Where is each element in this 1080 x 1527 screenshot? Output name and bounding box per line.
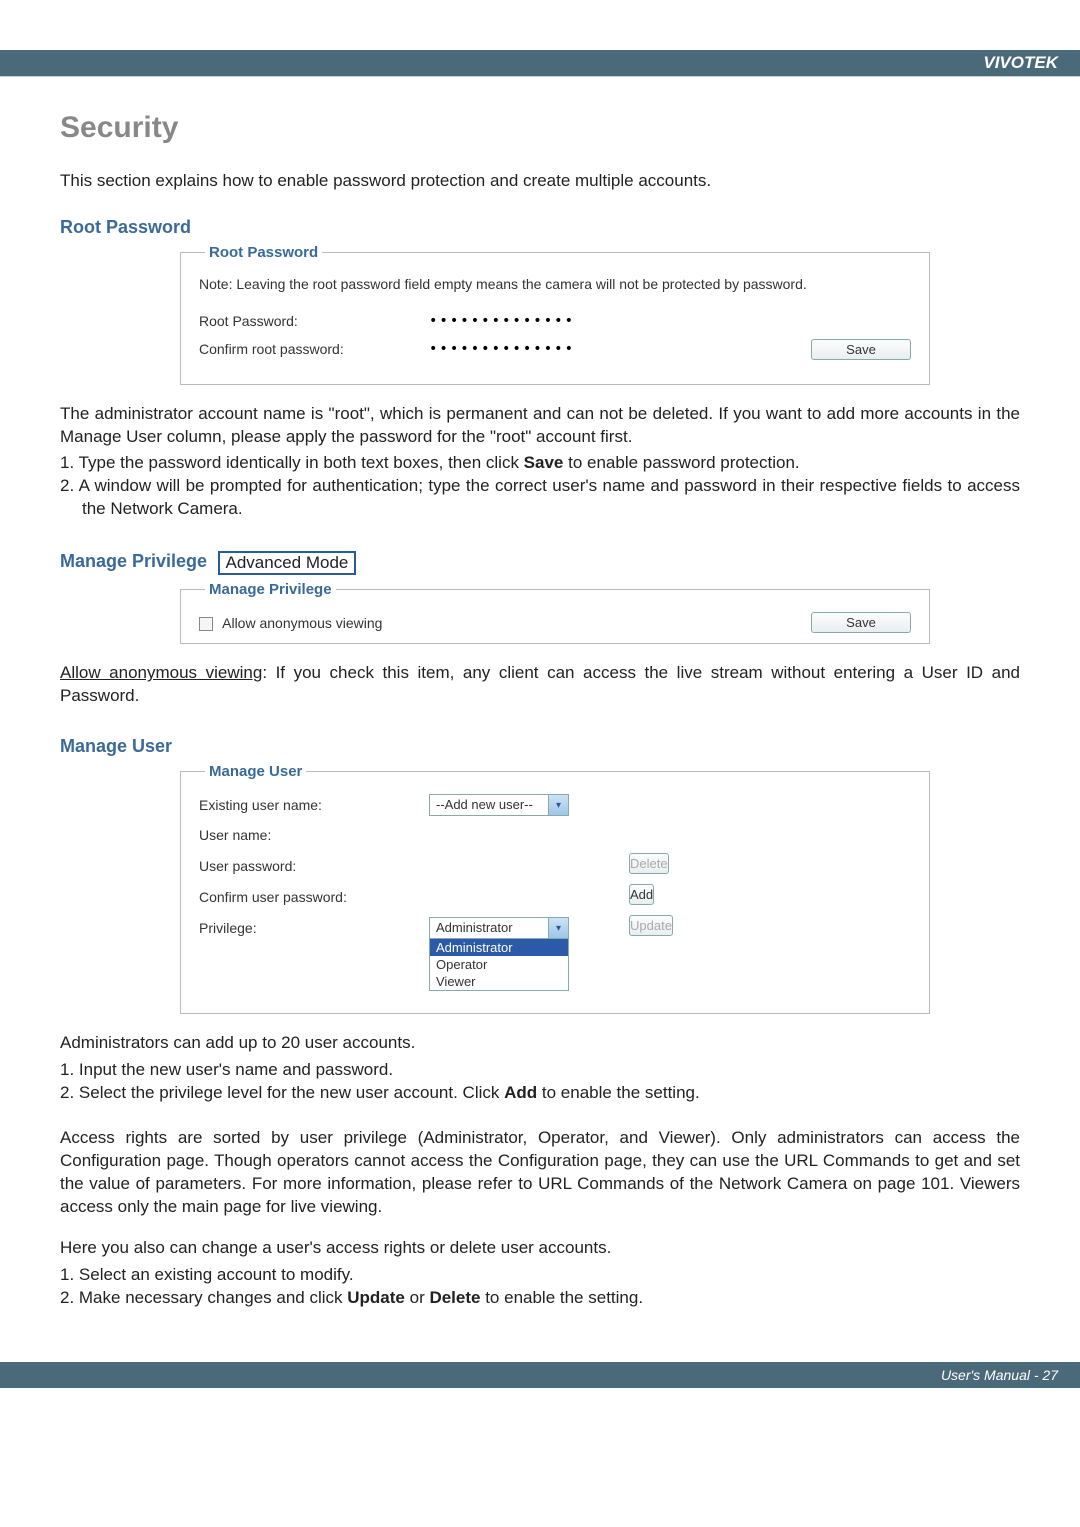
- manage-user-legend: Manage User: [205, 763, 306, 780]
- delete-button[interactable]: Delete: [629, 853, 669, 874]
- allow-anonymous-checkbox[interactable]: [199, 617, 213, 631]
- user-password-input[interactable]: [429, 855, 569, 875]
- brand-label: VIVOTEK: [983, 50, 1080, 76]
- confirm-root-password-label: Confirm root password:: [199, 341, 429, 357]
- manage-user-heading: Manage User: [60, 736, 1020, 757]
- admin-explain-l2: 2. Select the privilege level for the ne…: [60, 1082, 1020, 1105]
- root-password-legend: Root Password: [205, 244, 322, 261]
- footer-text: User's Manual - 27: [941, 1367, 1058, 1383]
- advanced-mode-badge: Advanced Mode: [218, 551, 357, 575]
- privilege-options-list[interactable]: Administrator Operator Viewer: [429, 938, 569, 991]
- manage-privilege-heading: Manage Privilege: [60, 552, 207, 572]
- page-title: Security: [60, 111, 1020, 145]
- chevron-down-icon: ▾: [548, 795, 568, 815]
- root-password-note: Note: Leaving the root password field em…: [199, 275, 911, 295]
- root-password-input[interactable]: ••••••••••••••: [429, 313, 589, 329]
- username-input[interactable]: [429, 824, 569, 844]
- existing-user-label: Existing user name:: [199, 794, 429, 813]
- user-password-label: User password:: [199, 855, 429, 874]
- root-explain-p1: The administrator account name is "root"…: [60, 403, 1020, 449]
- root-password-save-button[interactable]: Save: [811, 339, 911, 360]
- allow-anonymous-desc: Allow anonymous viewing: If you check th…: [60, 662, 1020, 708]
- admin-explain-l1: 1. Input the new user's name and passwor…: [60, 1059, 1020, 1082]
- update-button[interactable]: Update: [629, 915, 673, 936]
- manage-privilege-save-button[interactable]: Save: [811, 612, 911, 633]
- admin-explain-l3: 1. Select an existing account to modify.: [60, 1264, 1020, 1287]
- allow-anonymous-label: Allow anonymous viewing: [222, 615, 382, 631]
- privilege-select[interactable]: Administrator ▾: [429, 917, 569, 939]
- username-label: User name:: [199, 824, 429, 843]
- privilege-label: Privilege:: [199, 917, 429, 936]
- intro-text: This section explains how to enable pass…: [60, 171, 1020, 191]
- confirm-user-password-label: Confirm user password:: [199, 886, 429, 905]
- privilege-option-operator[interactable]: Operator: [430, 956, 568, 973]
- add-button[interactable]: Add: [629, 884, 654, 905]
- privilege-option-viewer[interactable]: Viewer: [430, 973, 568, 990]
- privilege-option-administrator[interactable]: Administrator: [430, 939, 568, 956]
- chevron-down-icon: ▾: [548, 918, 568, 938]
- manage-user-panel: Manage User Existing user name: --Add ne…: [180, 763, 930, 1014]
- admin-explain-p1: Administrators can add up to 20 user acc…: [60, 1032, 1020, 1055]
- root-explain-l2: 2. A window will be prompted for authent…: [60, 475, 1020, 521]
- root-password-panel: Root Password Note: Leaving the root pas…: [180, 244, 930, 385]
- admin-explain-p2: Access rights are sorted by user privile…: [60, 1127, 1020, 1219]
- root-explain-l1: 1. Type the password identically in both…: [60, 452, 1020, 475]
- existing-user-select[interactable]: --Add new user-- ▾: [429, 794, 569, 816]
- manage-privilege-legend: Manage Privilege: [205, 581, 336, 598]
- manage-privilege-panel: Manage Privilege Allow anonymous viewing…: [180, 581, 930, 644]
- confirm-root-password-input[interactable]: ••••••••••••••: [429, 341, 589, 357]
- root-password-heading: Root Password: [60, 217, 1020, 238]
- admin-explain-p3: Here you also can change a user's access…: [60, 1237, 1020, 1260]
- admin-explain-l4: 2. Make necessary changes and click Upda…: [60, 1287, 1020, 1310]
- confirm-user-password-input[interactable]: [429, 886, 569, 906]
- root-password-label: Root Password:: [199, 313, 429, 329]
